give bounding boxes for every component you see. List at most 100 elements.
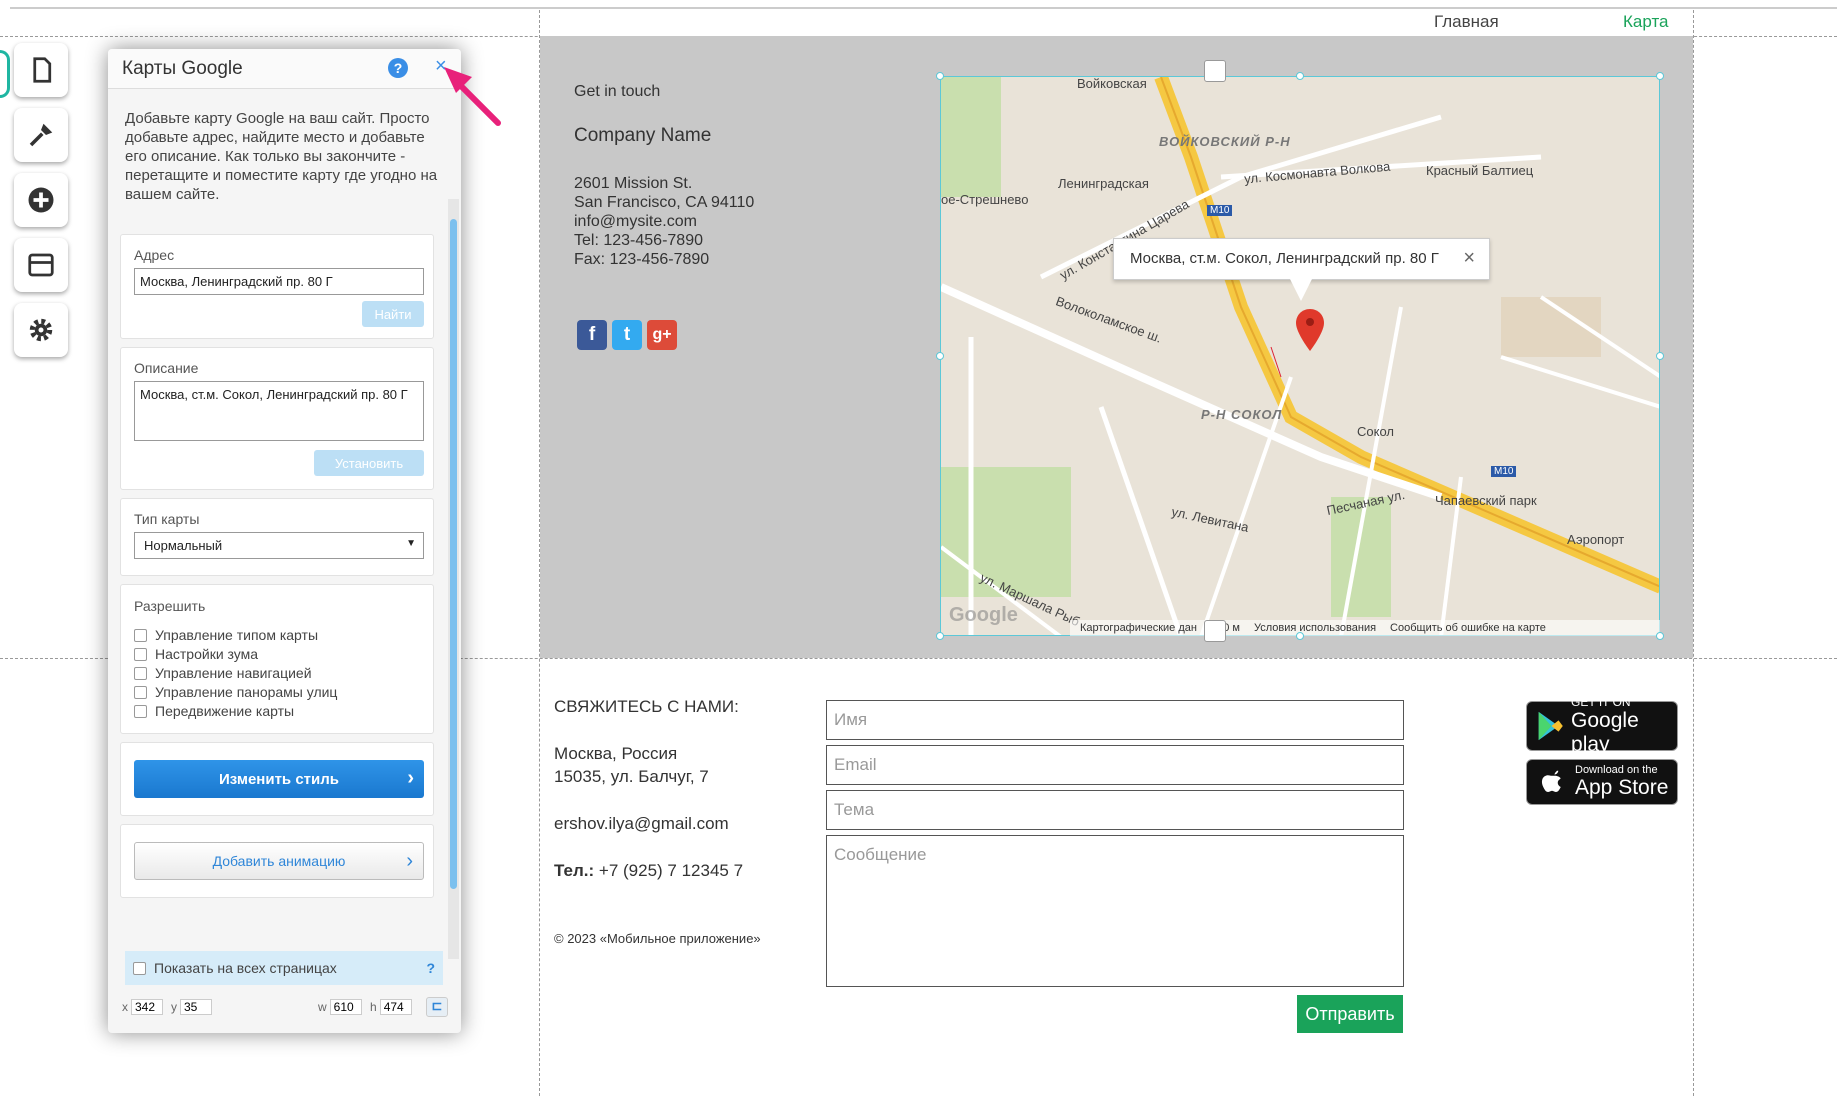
design-tool-button[interactable] [14, 108, 68, 162]
maptype-panel: Тип карты Нормальный ▼ [120, 498, 434, 576]
anchor-bottom-icon[interactable] [1204, 620, 1226, 642]
add-icon [28, 187, 54, 213]
checkbox[interactable] [134, 628, 147, 642]
settings-tool-button[interactable] [14, 303, 68, 357]
description-panel: Описание Москва, ст.м. Сокол, Ленинградс… [120, 347, 434, 490]
pointer-arrow-icon [444, 67, 501, 126]
pages-tool-button[interactable] [14, 43, 68, 97]
allow-option[interactable]: Передвижение карты [134, 703, 294, 719]
resize-handle[interactable] [936, 72, 944, 80]
link-dimensions-icon[interactable]: ⊏ [426, 997, 448, 1017]
change-style-button[interactable]: Изменить стиль › [134, 760, 424, 798]
show-all-pages-label: Показать на всех страницах [154, 960, 337, 976]
show-all-pages-checkbox[interactable] [133, 961, 146, 975]
h-input[interactable] [379, 999, 412, 1015]
dialog-title: Карты Google [122, 58, 243, 79]
get-in-touch: Get in touch [574, 83, 661, 100]
phone-value: +7 (925) 7 12345 7 [594, 861, 744, 880]
x-input[interactable] [131, 999, 163, 1015]
chevron-right-icon: › [407, 767, 414, 789]
description-label: Описание [134, 360, 199, 376]
company-name: Company Name [574, 125, 712, 146]
allow-option-label: Настройки зума [155, 646, 259, 662]
map-terms[interactable]: Условия использования [1254, 622, 1376, 634]
map-label-district2: Р-Н СОКОЛ [1201, 407, 1283, 422]
set-button[interactable]: Установить [314, 450, 424, 476]
nav-home[interactable]: Главная [1434, 12, 1499, 32]
resize-handle[interactable] [1296, 72, 1304, 80]
checkbox[interactable] [134, 685, 147, 699]
map-info-tail [1290, 279, 1312, 301]
copyright: © 2023 «Мобильное приложение» [554, 931, 761, 946]
allow-option[interactable]: Управление типом карты [134, 627, 318, 643]
close-icon[interactable]: × [1463, 247, 1475, 270]
map-report[interactable]: Сообщить об ошибке на карте [1390, 622, 1546, 634]
address-label: Адрес [134, 247, 175, 263]
twitter-icon[interactable]: t [612, 320, 642, 350]
subject-input[interactable]: Тема [826, 790, 1404, 830]
store-icon [28, 253, 54, 277]
email-input[interactable]: Email [826, 745, 1404, 785]
y-label: y [171, 1000, 177, 1014]
address-line-1: 2601 Mission St. [574, 175, 693, 192]
apple-icon [1541, 770, 1561, 792]
page-icon [33, 57, 52, 83]
contact-tel: Tel: 123-456-7890 [574, 232, 703, 249]
contact-fax: Fax: 123-456-7890 [574, 251, 710, 268]
description-textarea[interactable]: Москва, ст.м. Сокол, Ленинградский пр. 8… [134, 381, 424, 441]
active-indicator [0, 50, 10, 98]
google-play-badge[interactable]: GET IT ON Google play [1526, 695, 1678, 756]
resize-handle[interactable] [1656, 352, 1664, 360]
allow-option-label: Управление типом карты [155, 627, 319, 643]
resize-handle[interactable] [936, 632, 944, 640]
resize-handle[interactable] [1656, 72, 1664, 80]
scrollbar-thumb[interactable] [450, 219, 457, 889]
google-map[interactable]: Войковская ВОЙКОВСКИЙ Р-Н Ленинградская … [940, 76, 1660, 636]
h-label: h [370, 1000, 377, 1014]
allow-option[interactable]: Управление навигацией [134, 665, 312, 681]
facebook-icon[interactable]: f [577, 320, 607, 350]
maptype-select[interactable]: Нормальный ▼ [134, 532, 424, 559]
allow-label: Разрешить [134, 598, 206, 614]
name-input[interactable]: Имя [826, 700, 1404, 740]
allow-option[interactable]: Управление панорамы улиц [134, 684, 337, 700]
chevron-right-icon: › [406, 850, 413, 872]
footer-help-icon[interactable]: ? [426, 960, 435, 976]
resize-handle[interactable] [1296, 632, 1304, 640]
googleplus-icon[interactable]: g+ [647, 320, 677, 350]
google-play-big: Google play [1571, 709, 1639, 756]
checkbox[interactable] [134, 704, 147, 718]
contact-email-bottom[interactable]: ershov.ilya@gmail.com [554, 814, 729, 834]
w-input[interactable] [329, 999, 362, 1015]
help-icon[interactable]: ? [388, 58, 408, 78]
add-animation-button[interactable]: Добавить анимацию › [134, 842, 424, 880]
map-attribution-bar: Картографические дан 200 м Условия испол… [1070, 620, 1660, 636]
dialog-header[interactable]: Карты Google ? × [108, 49, 461, 89]
map-attribution: Картографические дан [1080, 622, 1197, 634]
map-marker-icon[interactable] [1296, 309, 1324, 351]
google-maps-dialog: Карты Google ? × Добавьте карту Google н… [108, 49, 461, 1033]
checkbox[interactable] [134, 647, 147, 661]
show-all-pages-row[interactable]: Показать на всех страницах ? [125, 951, 443, 985]
resize-handle[interactable] [936, 352, 944, 360]
dialog-description: Добавьте карту Google на ваш сайт. Прост… [125, 110, 438, 203]
y-coord: y [171, 999, 212, 1015]
app-store-badge[interactable]: Download on the App Store [1526, 759, 1678, 805]
contact-phone: Тел.: +7 (925) 7 12345 7 [554, 861, 743, 881]
contact-city: Москва, Россия [554, 744, 678, 763]
contact-email[interactable]: info@mysite.com [574, 213, 697, 231]
nav-map[interactable]: Карта [1623, 12, 1669, 32]
message-textarea[interactable]: Сообщение [826, 835, 1404, 987]
brush-icon [29, 123, 53, 147]
y-input[interactable] [180, 999, 212, 1015]
store-tool-button[interactable] [14, 238, 68, 292]
map-label-chapaevsky: Чапаевский парк [1435, 493, 1537, 508]
address-input[interactable]: Москва, Ленинградский пр. 80 Г [134, 268, 424, 295]
find-button[interactable]: Найти [362, 301, 424, 327]
anchor-top-icon[interactable] [1204, 60, 1226, 82]
allow-option[interactable]: Настройки зума [134, 646, 258, 662]
resize-handle[interactable] [1656, 632, 1664, 640]
add-tool-button[interactable] [14, 173, 68, 227]
submit-button[interactable]: Отправить [1297, 995, 1403, 1033]
checkbox[interactable] [134, 666, 147, 680]
